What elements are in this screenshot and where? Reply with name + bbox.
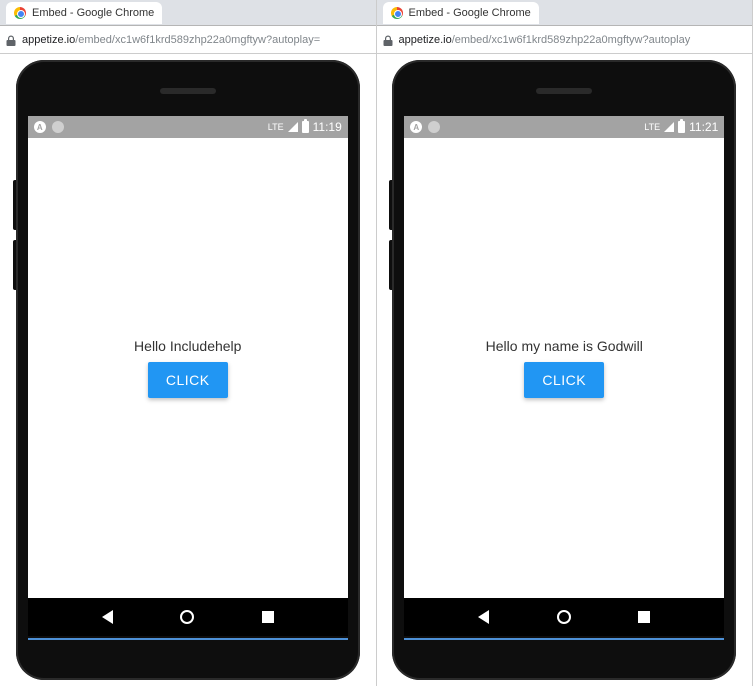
speaker-slot (160, 88, 216, 94)
url-host: appetize.io (22, 34, 75, 46)
volume-down-button (13, 240, 16, 290)
network-label: LTE (644, 122, 660, 132)
signal-icon (664, 122, 674, 132)
browser-window: Embed - Google Chrome appetize.io/embed/… (377, 0, 753, 686)
android-nav-bar (404, 598, 724, 636)
device-screen: A LTE 11:21 Hello my name is Godwill CLI… (404, 116, 724, 598)
speaker-slot (536, 88, 592, 94)
tab-bar: Embed - Google Chrome (0, 0, 376, 26)
tab-bar: Embed - Google Chrome (377, 0, 753, 26)
app-status-icon: A (34, 121, 46, 133)
url-text: appetize.io/embed/xc1w6f1krd589zhp22a0mg… (399, 34, 691, 46)
tab-title: Embed - Google Chrome (32, 7, 154, 19)
browser-tab[interactable]: Embed - Google Chrome (383, 2, 539, 24)
page-content: A LTE 11:21 Hello my name is Godwill CLI… (377, 54, 753, 686)
android-status-bar: A LTE 11:19 (28, 116, 348, 138)
battery-icon (678, 121, 685, 133)
volume-up-button (389, 180, 392, 230)
chrome-icon (391, 7, 403, 19)
click-button[interactable]: CLICK (524, 362, 604, 398)
back-icon[interactable] (102, 610, 113, 624)
url-path: /embed/xc1w6f1krd589zhp22a0mgftyw?autopl… (75, 34, 320, 46)
device-frame: A LTE 11:19 Hello Includehelp CLICK (16, 60, 360, 680)
back-icon[interactable] (478, 610, 489, 624)
android-status-bar: A LTE 11:21 (404, 116, 724, 138)
status-dot-icon (428, 121, 440, 133)
app-content: Hello my name is Godwill CLICK (404, 138, 724, 598)
clock: 11:19 (313, 120, 342, 134)
volume-down-button (389, 240, 392, 290)
recent-apps-icon[interactable] (262, 611, 274, 623)
clock: 11:21 (689, 120, 718, 134)
app-status-icon: A (410, 121, 422, 133)
address-bar[interactable]: appetize.io/embed/xc1w6f1krd589zhp22a0mg… (377, 26, 753, 54)
browser-tab[interactable]: Embed - Google Chrome (6, 2, 162, 24)
status-dot-icon (52, 121, 64, 133)
home-icon[interactable] (557, 610, 571, 624)
android-nav-bar (28, 598, 348, 636)
browser-window: Embed - Google Chrome appetize.io/embed/… (0, 0, 377, 686)
app-content: Hello Includehelp CLICK (28, 138, 348, 598)
volume-up-button (13, 180, 16, 230)
address-bar[interactable]: appetize.io/embed/xc1w6f1krd589zhp22a0mg… (0, 26, 376, 54)
greeting-text: Hello Includehelp (134, 338, 241, 354)
battery-icon (302, 121, 309, 133)
device-frame: A LTE 11:21 Hello my name is Godwill CLI… (392, 60, 736, 680)
chrome-icon (14, 7, 26, 19)
page-content: A LTE 11:19 Hello Includehelp CLICK (0, 54, 376, 686)
home-icon[interactable] (180, 610, 194, 624)
lock-icon (6, 35, 16, 45)
tab-title: Embed - Google Chrome (409, 7, 531, 19)
signal-icon (288, 122, 298, 132)
loading-indicator (404, 638, 724, 640)
url-text: appetize.io/embed/xc1w6f1krd589zhp22a0mg… (22, 34, 320, 46)
network-label: LTE (268, 122, 284, 132)
device-screen: A LTE 11:19 Hello Includehelp CLICK (28, 116, 348, 598)
loading-indicator (28, 638, 348, 640)
url-host: appetize.io (399, 34, 452, 46)
click-button[interactable]: CLICK (148, 362, 228, 398)
recent-apps-icon[interactable] (638, 611, 650, 623)
greeting-text: Hello my name is Godwill (486, 338, 643, 354)
lock-icon (383, 35, 393, 45)
url-path: /embed/xc1w6f1krd589zhp22a0mgftyw?autopl… (452, 34, 690, 46)
